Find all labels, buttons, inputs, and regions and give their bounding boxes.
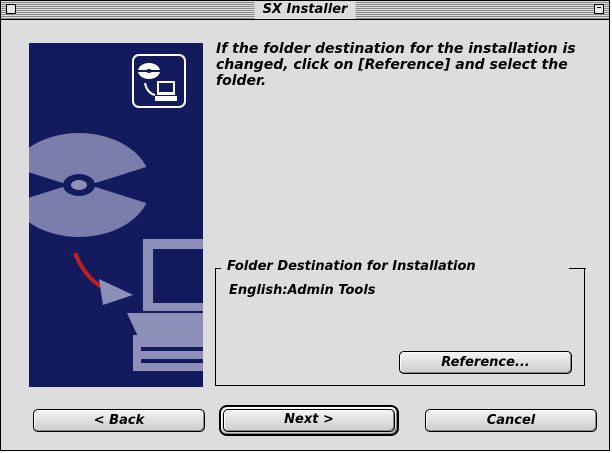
- window-title: SX Installer: [254, 1, 356, 19]
- group-border-top-right: [569, 268, 586, 269]
- instruction-text: If the folder destination for the instal…: [216, 41, 576, 89]
- installer-illustration: [29, 43, 203, 387]
- title-bar[interactable]: SX Installer: [1, 1, 609, 20]
- destination-group-legend: Folder Destination for Installation: [225, 259, 478, 274]
- reference-button[interactable]: Reference...: [399, 351, 572, 374]
- back-button[interactable]: < Back: [33, 409, 205, 432]
- next-button[interactable]: Next >: [219, 405, 399, 436]
- installer-window: SX Installer If the folder destination f…: [0, 0, 610, 451]
- group-border-top-left: [215, 268, 221, 269]
- destination-path: English:Admin Tools: [229, 283, 376, 298]
- cd-to-computer-icon: [29, 54, 203, 371]
- cancel-button[interactable]: Cancel: [425, 409, 597, 432]
- close-box-icon[interactable]: [6, 4, 16, 14]
- zoom-box-icon[interactable]: [594, 4, 604, 14]
- next-button-label: Next >: [284, 412, 334, 427]
